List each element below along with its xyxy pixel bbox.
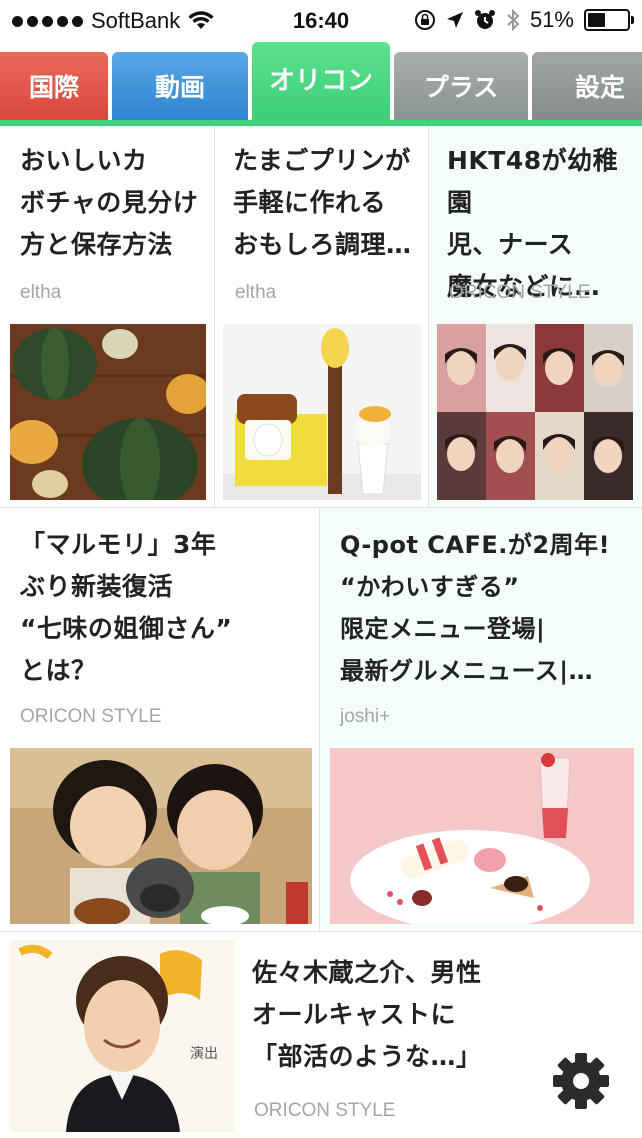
cafe-dessert-photo (330, 748, 634, 924)
article-source: eltha (235, 282, 277, 303)
battery-percent: 51% (529, 7, 574, 32)
article-title: おいしいカ ボチャの見分け 方と保存方法 (20, 146, 199, 259)
article-source: ORICON STYLE (449, 282, 591, 303)
svg-text:演出: 演出 (190, 1046, 218, 1062)
carrier-name: SoftBank (91, 8, 181, 33)
pumpkins-photo (10, 324, 206, 500)
settings-gear-button[interactable] (546, 1046, 616, 1116)
tab-oricon[interactable]: オリコン (252, 42, 390, 120)
battery-icon (584, 9, 634, 31)
article-card[interactable]: たまごプリンが 手軽に作れる おもしろ調理… eltha (215, 126, 429, 508)
article-title: たまごプリンが 手軽に作れる おもしろ調理… (233, 146, 412, 259)
article-source: joshi+ (340, 706, 391, 727)
hkt48-collage-photo (437, 324, 633, 500)
tab-video[interactable]: 動画 (112, 52, 248, 120)
tab-international[interactable]: 国際 (0, 52, 108, 120)
bluetooth-icon (507, 8, 520, 32)
children-with-dog-photo (10, 748, 312, 924)
rotation-lock-icon (414, 10, 435, 30)
status-bar: SoftBank 16:40 51% (0, 0, 642, 42)
battery-level (588, 13, 606, 27)
article-title: Q-pot CAFE.が2周年! “かわいすぎる” 限定メニュー登場| 最新グル… (340, 531, 611, 685)
wifi-icon (188, 11, 214, 29)
article-card[interactable]: 「マルモリ」3年 ぶり新装復活 “七味の姐御さん” とは？ ORICON STY… (0, 508, 320, 932)
actor-portrait-photo: 演出 (10, 940, 234, 1132)
article-card[interactable]: おいしいカ ボチャの見分け 方と保存方法 eltha (0, 126, 215, 508)
tab-plus[interactable]: プラス (394, 52, 528, 120)
status-right: 51% (414, 7, 634, 33)
article-card[interactable]: HKT48が幼稚園 児、ナース 魔女などに… ORICON STYLE (429, 126, 642, 508)
category-tab-bar: 国際 動画 プラス 設定 オリコン (0, 42, 642, 126)
egg-pudding-maker-photo (223, 324, 421, 500)
article-card[interactable]: Q-pot CAFE.が2周年! “かわいすぎる” 限定メニュー登場| 最新グル… (320, 508, 642, 932)
article-title: 佐々木蔵之介、男性 オールキャストに 「部活のような…」 (252, 958, 482, 1071)
gear-icon (553, 1053, 609, 1109)
article-source: eltha (20, 282, 62, 303)
signal-strength-icon (12, 15, 83, 27)
status-left: SoftBank (12, 8, 214, 34)
tab-settings[interactable]: 設定 (532, 52, 642, 120)
article-source: ORICON STYLE (20, 706, 162, 727)
article-title: 「マルモリ」3年 ぶり新装復活 “七味の姐御さん” とは？ (20, 530, 233, 685)
news-feed: おいしいカ ボチャの見分け 方と保存方法 eltha たまごプリンが 手軽に作れ… (0, 126, 642, 1138)
location-icon (446, 12, 463, 28)
alarm-icon (474, 10, 495, 29)
article-source: ORICON STYLE (254, 1100, 396, 1121)
